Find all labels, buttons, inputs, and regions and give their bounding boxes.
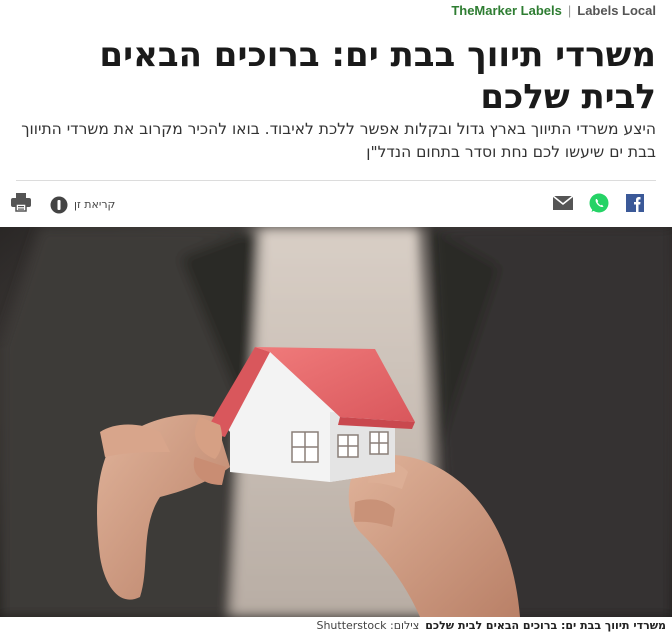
whatsapp-icon[interactable]	[588, 192, 610, 214]
credit-source: Shutterstock	[316, 619, 387, 632]
hero-image	[0, 227, 672, 617]
brand-link[interactable]: TheMarker Labels	[451, 3, 562, 18]
divider	[16, 180, 656, 181]
reader-mode-icon	[50, 196, 68, 213]
article-toolbar: קריאת זן	[0, 188, 672, 218]
share-buttons	[552, 192, 646, 214]
reader-mode-button[interactable]: קריאת זן	[50, 196, 115, 214]
reader-mode-label: קריאת זן	[74, 198, 116, 211]
caption-text: משרדי תיווך בבת ים: ברוכים הבאים לבית של…	[425, 619, 666, 632]
article-subtitle: היצע משרדי התיווך בארץ גדול ובקלות אפשר …	[21, 120, 656, 161]
photo-credit: צילום: Shutterstock	[316, 619, 419, 632]
labels-header: TheMarker Labels | Labels Local	[451, 0, 656, 20]
section-link[interactable]: Labels Local	[577, 3, 656, 18]
article-tools: קריאת זן	[10, 192, 115, 217]
mail-icon[interactable]	[552, 192, 574, 214]
credit-label: צילום:	[390, 619, 420, 632]
print-icon[interactable]	[10, 192, 32, 217]
header-separator: |	[567, 2, 572, 18]
image-caption: משרדי תיווך בבת ים: ברוכים הבאים לבית של…	[6, 619, 666, 632]
facebook-icon[interactable]	[624, 192, 646, 214]
article-title: משרדי תיווך בבת ים: ברוכים הבאים לבית של…	[99, 35, 656, 117]
